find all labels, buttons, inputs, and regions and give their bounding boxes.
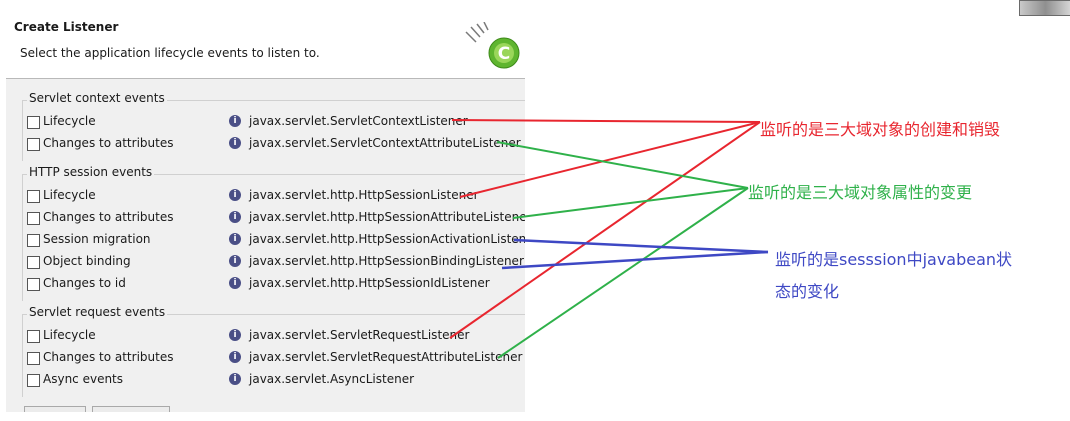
attributes-annotation: 监听的是三大域对象属性的变更 xyxy=(748,183,973,202)
session-bean-annotation-line2: 态的变化 xyxy=(775,282,840,301)
webcam-thumbnail xyxy=(1019,0,1070,16)
annotation-lines xyxy=(449,119,769,359)
lifecycle-annotation: 监听的是三大域对象的创建和销毁 xyxy=(760,120,1001,139)
session-bean-annotation-line1: 监听的是sesssion中javabean状 xyxy=(775,250,1013,269)
lifecycle-annotation-lines xyxy=(449,119,761,339)
